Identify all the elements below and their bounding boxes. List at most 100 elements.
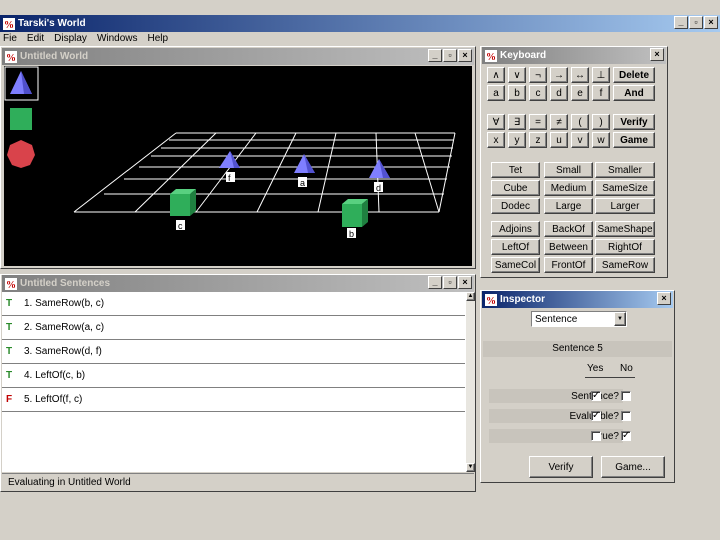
keyboard-key-row2-3[interactable]: d bbox=[550, 85, 568, 101]
sentences-maximize-button[interactable]: ▫ bbox=[443, 276, 457, 289]
keyboard-key-row2-2[interactable]: c bbox=[529, 85, 547, 101]
keyboard-key-row2-5[interactable]: f bbox=[592, 85, 610, 101]
true-no-checkbox[interactable]: ✓ bbox=[621, 431, 631, 441]
inspector-title: Inspector bbox=[500, 294, 546, 305]
predicate-button-4-0[interactable]: LeftOf bbox=[491, 239, 540, 255]
predicate-button-2-1[interactable]: Large bbox=[544, 198, 593, 214]
chevron-down-icon[interactable]: ▼ bbox=[614, 312, 626, 326]
sentences-minimize-button[interactable]: _ bbox=[428, 276, 442, 289]
tetrahedron-a[interactable]: a bbox=[294, 154, 315, 188]
predicate-button-1-1[interactable]: Medium bbox=[544, 180, 593, 196]
keyboard-row3-action-button[interactable]: Verify bbox=[613, 114, 655, 130]
keyboard-key-row2-4[interactable]: e bbox=[571, 85, 589, 101]
sentence-list[interactable]: T 1. SameRow(b, c) T 2. SameRow(a, c) T … bbox=[2, 292, 466, 472]
keyboard-key-row1-3[interactable]: → bbox=[550, 67, 568, 83]
sentence-row-4[interactable]: T 4. LeftOf(c, b) bbox=[2, 364, 465, 388]
menu-display[interactable]: Display bbox=[54, 33, 87, 44]
scroll-down-button[interactable]: ▼ bbox=[466, 463, 475, 472]
keyboard-key-row3-0[interactable]: ∀ bbox=[487, 114, 505, 130]
menu-bar: Fie Edit Display Windows Help bbox=[0, 30, 720, 46]
predicate-button-2-0[interactable]: Dodec bbox=[491, 198, 540, 214]
keyboard-close-button[interactable]: × bbox=[650, 48, 664, 61]
predicate-button-2-2[interactable]: Larger bbox=[595, 198, 655, 214]
sentence-row-5[interactable]: F 5. LeftOf(f, c) bbox=[2, 388, 465, 412]
predicate-button-0-1[interactable]: Small bbox=[544, 162, 593, 178]
keyboard-key-row3-4[interactable]: ( bbox=[571, 114, 589, 130]
app-icon: % bbox=[2, 17, 15, 30]
keyboard-key-row1-2[interactable]: ¬ bbox=[529, 67, 547, 83]
world-canvas[interactable]: f a d c b bbox=[4, 66, 472, 266]
predicate-button-3-0[interactable]: Adjoins bbox=[491, 221, 540, 237]
cube-tool-icon[interactable] bbox=[10, 108, 32, 130]
tetrahedron-d[interactable]: d bbox=[369, 159, 390, 193]
sentence-row-3[interactable]: T 3. SameRow(d, f) bbox=[2, 340, 465, 364]
close-button[interactable]: × bbox=[704, 16, 718, 29]
evaluable-yes-checkbox[interactable]: ✓ bbox=[591, 411, 601, 421]
keyboard-row1-action-button[interactable]: Delete bbox=[613, 67, 655, 83]
menu-help[interactable]: Help bbox=[148, 33, 169, 44]
predicate-button-3-1[interactable]: BackOf bbox=[544, 221, 593, 237]
predicate-button-3-2[interactable]: SameShape bbox=[595, 221, 655, 237]
predicate-button-1-2[interactable]: SameSize bbox=[595, 180, 655, 196]
menu-windows[interactable]: Windows bbox=[97, 33, 138, 44]
maximize-button[interactable]: ▫ bbox=[689, 16, 703, 29]
true-yes-checkbox[interactable] bbox=[591, 431, 601, 441]
world-minimize-button[interactable]: _ bbox=[428, 49, 442, 62]
inspector-close-button[interactable]: × bbox=[657, 292, 671, 305]
keyboard-key-row1-1[interactable]: ∨ bbox=[508, 67, 526, 83]
col-no-label: No bbox=[620, 363, 633, 374]
inspector-window: % Inspector × Sentence ▼ Sentence 5 Yes … bbox=[480, 290, 675, 483]
inspector-window-icon: % bbox=[484, 293, 497, 306]
predicate-button-0-2[interactable]: Smaller bbox=[595, 162, 655, 178]
world-close-button[interactable]: × bbox=[458, 49, 472, 62]
menu-file[interactable]: Fie bbox=[3, 33, 17, 44]
cube-c[interactable]: c bbox=[170, 189, 196, 231]
sentence-text: 4. LeftOf(c, b) bbox=[24, 370, 86, 381]
keyboard-key-row1-0[interactable]: ∧ bbox=[487, 67, 505, 83]
predicate-button-0-0[interactable]: Tet bbox=[491, 162, 540, 178]
sentence-text: 5. LeftOf(f, c) bbox=[24, 394, 83, 405]
predicate-button-4-2[interactable]: RightOf bbox=[595, 239, 655, 255]
keyboard-key-row1-4[interactable]: ↔ bbox=[571, 67, 589, 83]
minimize-button[interactable]: _ bbox=[674, 16, 688, 29]
inspector-select[interactable]: Sentence ▼ bbox=[531, 311, 627, 327]
keyboard-key-row3-3[interactable]: ≠ bbox=[550, 114, 568, 130]
truth-mark: T bbox=[5, 346, 13, 357]
keyboard-key-row4-0[interactable]: x bbox=[487, 132, 505, 148]
scroll-up-button[interactable]: ▲ bbox=[466, 292, 475, 301]
sentence-row-1[interactable]: T 1. SameRow(b, c) bbox=[2, 292, 465, 316]
keyboard-title: Keyboard bbox=[500, 50, 547, 61]
predicate-button-1-0[interactable]: Cube bbox=[491, 180, 540, 196]
world-maximize-button[interactable]: ▫ bbox=[443, 49, 457, 62]
keyboard-row2-action-button[interactable]: And bbox=[613, 85, 655, 101]
sentences-scrollbar[interactable]: ▲ ▼ bbox=[466, 292, 475, 472]
keyboard-key-row4-2[interactable]: z bbox=[529, 132, 547, 148]
keyboard-row4-action-button[interactable]: Game bbox=[613, 132, 655, 148]
keyboard-key-row3-1[interactable]: ∃ bbox=[508, 114, 526, 130]
sentence-no-checkbox[interactable] bbox=[621, 391, 631, 401]
world-title: Untitled World bbox=[20, 51, 89, 62]
keyboard-key-row2-0[interactable]: a bbox=[487, 85, 505, 101]
predicate-button-4-1[interactable]: Between bbox=[544, 239, 593, 255]
predicate-button-5-0[interactable]: SameCol bbox=[491, 257, 540, 273]
predicate-button-5-1[interactable]: FrontOf bbox=[544, 257, 593, 273]
inspector-game-button[interactable]: Game... bbox=[601, 456, 665, 478]
keyboard-key-row4-5[interactable]: w bbox=[592, 132, 610, 148]
sentences-window: % Untitled Sentences _ ▫ × T 1. SameRow(… bbox=[0, 274, 476, 492]
keyboard-key-row4-1[interactable]: y bbox=[508, 132, 526, 148]
keyboard-key-row4-3[interactable]: u bbox=[550, 132, 568, 148]
inspector-verify-button[interactable]: Verify bbox=[529, 456, 593, 478]
sentence-row-2[interactable]: T 2. SameRow(a, c) bbox=[2, 316, 465, 340]
keyboard-key-row1-5[interactable]: ⊥ bbox=[592, 67, 610, 83]
keyboard-key-row4-4[interactable]: v bbox=[571, 132, 589, 148]
menu-edit[interactable]: Edit bbox=[27, 33, 44, 44]
keyboard-key-row2-1[interactable]: b bbox=[508, 85, 526, 101]
status-text: Evaluating in Untitled World bbox=[8, 476, 131, 488]
keyboard-key-row3-5[interactable]: ) bbox=[592, 114, 610, 130]
keyboard-key-row3-2[interactable]: = bbox=[529, 114, 547, 130]
sentence-yes-checkbox[interactable]: ✓ bbox=[591, 391, 601, 401]
sentences-close-button[interactable]: × bbox=[458, 276, 472, 289]
evaluable-no-checkbox[interactable] bbox=[621, 411, 631, 421]
predicate-button-5-2[interactable]: SameRow bbox=[595, 257, 655, 273]
cube-b[interactable]: b bbox=[342, 199, 368, 239]
